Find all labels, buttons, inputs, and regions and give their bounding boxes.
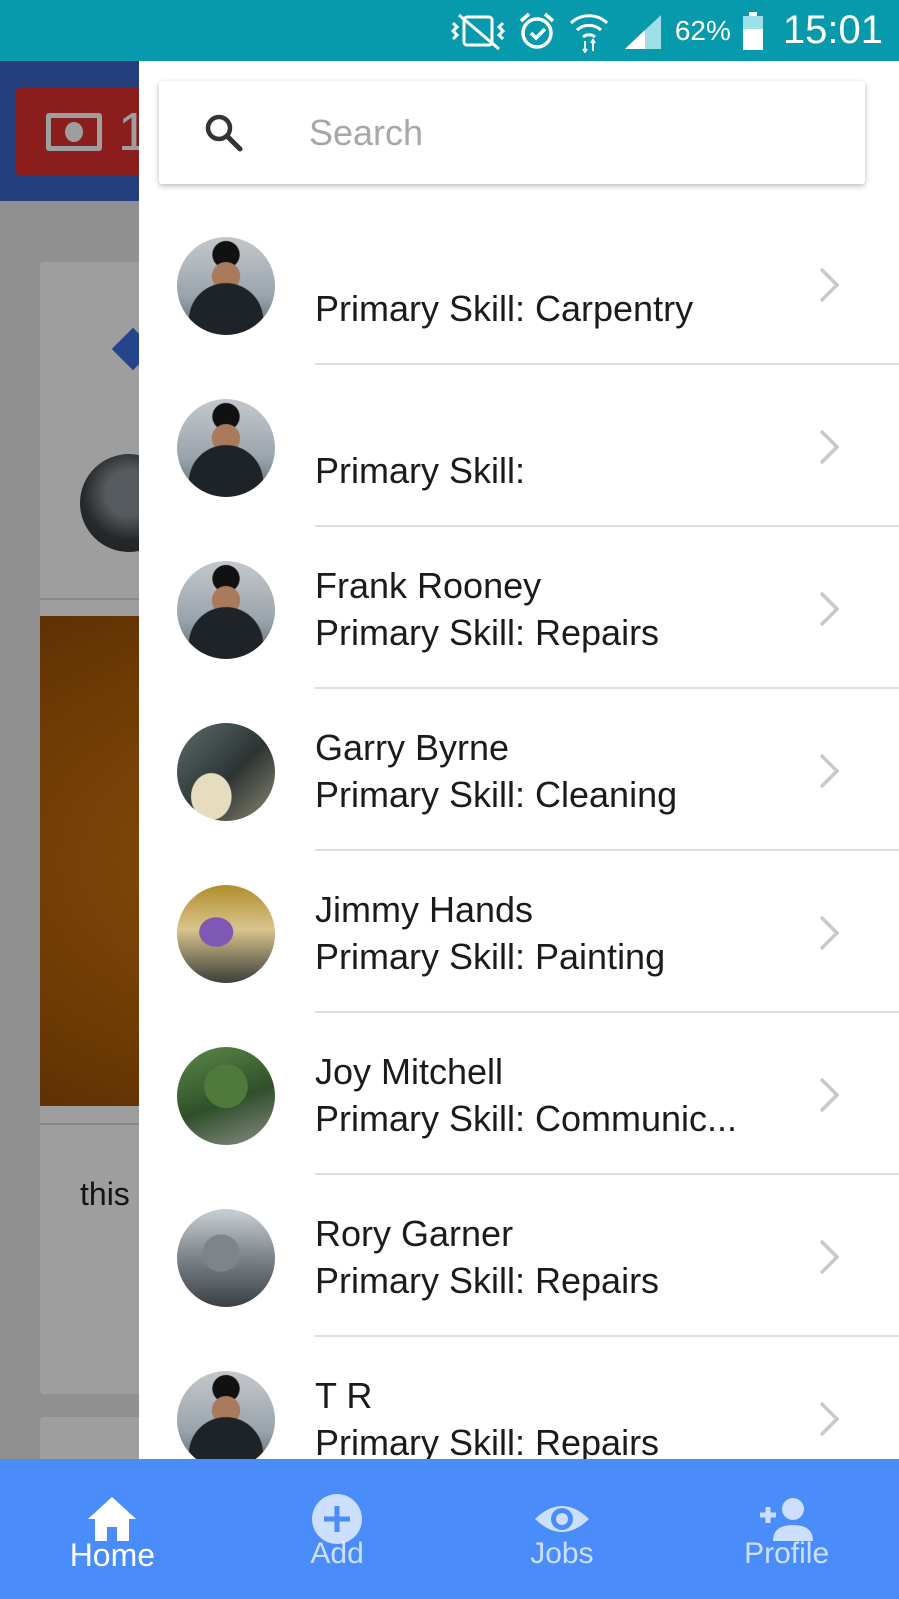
clock: 15:01	[782, 8, 883, 52]
contact-item[interactable]: T R Primary Skill: Repairs	[139, 1337, 899, 1459]
contact-list: Primary Skill: Carpentry Primary Skill: …	[139, 203, 899, 1459]
alarm-icon	[517, 11, 557, 51]
contact-name: Frank Rooney	[315, 565, 542, 606]
avatar	[177, 1047, 275, 1145]
chevron-right-icon	[819, 753, 840, 789]
bottom-navigation: Home Add Jobs Profile	[0, 1459, 899, 1599]
search-input[interactable]	[309, 105, 829, 161]
contact-text: Jimmy Hands Primary Skill: Painting	[315, 851, 815, 1013]
contact-text: Primary Skill:	[315, 365, 815, 527]
contact-name: T R	[315, 1375, 373, 1416]
avatar	[177, 723, 275, 821]
signal-icon	[621, 11, 665, 51]
avatar	[177, 1371, 275, 1459]
contact-skill: Primary Skill: Repairs	[315, 1422, 660, 1459]
contact-name: Joy Mitchell	[315, 1051, 504, 1092]
chevron-right-icon	[819, 1401, 840, 1437]
contact-skill: Primary Skill:	[315, 450, 526, 491]
contact-item[interactable]: Primary Skill: Carpentry	[139, 203, 899, 365]
contact-skill: Primary Skill: Repairs	[315, 1260, 660, 1301]
contact-skill: Primary Skill: Painting	[315, 936, 666, 977]
status-bar: 62% 15:01	[0, 0, 899, 61]
contact-name: Garry Byrne	[315, 727, 510, 768]
search-bar	[159, 81, 865, 184]
wifi-icon	[567, 9, 611, 53]
tab-home[interactable]: Home	[0, 1459, 225, 1599]
avatar	[177, 561, 275, 659]
avatar	[177, 885, 275, 983]
contact-text: Joy Mitchell Primary Skill: Communic...	[315, 1013, 815, 1175]
tab-jobs[interactable]: Jobs	[450, 1459, 675, 1599]
contact-name: Rory Garner	[315, 1213, 514, 1254]
search-icon[interactable]	[203, 112, 243, 152]
battery-percent: 62%	[674, 14, 731, 46]
contact-name: Jimmy Hands	[315, 889, 534, 930]
contact-text: Frank Rooney Primary Skill: Repairs	[315, 527, 815, 689]
contact-skill: Primary Skill: Repairs	[315, 612, 660, 653]
contact-text: Garry Byrne Primary Skill: Cleaning	[315, 689, 815, 851]
contact-item[interactable]: Primary Skill:	[139, 365, 899, 527]
chevron-right-icon	[819, 591, 840, 627]
chevron-right-icon	[819, 1239, 840, 1275]
chevron-right-icon	[819, 267, 840, 303]
vibrate-icon	[449, 11, 507, 51]
tab-label: Jobs	[530, 1537, 594, 1570]
tab-label: Profile	[744, 1537, 830, 1570]
contact-text: T R Primary Skill: Repairs	[315, 1337, 815, 1459]
contact-item[interactable]: Joy Mitchell Primary Skill: Communic...	[139, 1013, 899, 1175]
avatar	[177, 399, 275, 497]
battery-icon	[741, 11, 765, 51]
contact-item[interactable]: Garry Byrne Primary Skill: Cleaning	[139, 689, 899, 851]
contact-item[interactable]: Frank Rooney Primary Skill: Repairs	[139, 527, 899, 689]
contact-skill: Primary Skill: Cleaning	[315, 774, 678, 815]
contact-item[interactable]: Rory Garner Primary Skill: Repairs	[139, 1175, 899, 1337]
contact-text: Rory Garner Primary Skill: Repairs	[315, 1175, 815, 1337]
chevron-right-icon	[819, 429, 840, 465]
tab-label: Home	[69, 1537, 156, 1573]
contact-item[interactable]: Jimmy Hands Primary Skill: Painting	[139, 851, 899, 1013]
chevron-right-icon	[819, 915, 840, 951]
contact-skill: Primary Skill: Carpentry	[315, 288, 694, 329]
contact-skill: Primary Skill: Communic...	[315, 1098, 738, 1139]
tab-profile[interactable]: Profile	[674, 1459, 899, 1599]
avatar	[177, 237, 275, 335]
status-icons: 62% 15:01	[449, 0, 899, 61]
chevron-right-icon	[819, 1077, 840, 1113]
tab-label: Add	[310, 1537, 364, 1570]
contact-text: Primary Skill: Carpentry	[315, 203, 815, 365]
avatar	[177, 1209, 275, 1307]
contacts-drawer: Primary Skill: Carpentry Primary Skill: …	[139, 61, 899, 1459]
tab-add[interactable]: Add	[225, 1459, 450, 1599]
